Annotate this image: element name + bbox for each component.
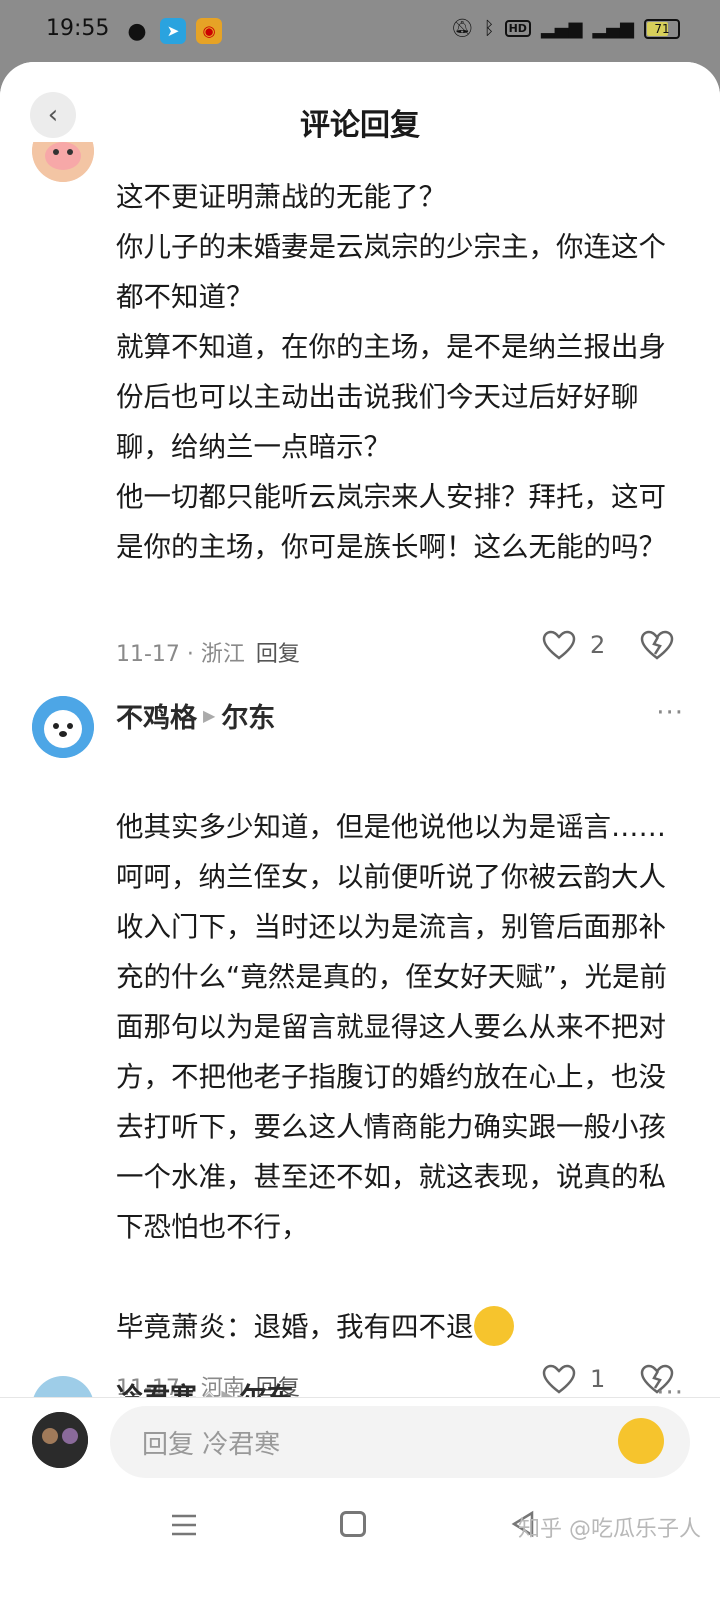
more-dots-icon[interactable]: ··· [656,698,684,728]
battery-level: 71 [654,21,670,36]
comment-item: 冷君寒 ◈ ▶ 尔东 ··· [0,1362,720,1438]
navigation-bar: 知乎 @吃瓜乐子人 [0,1487,720,1600]
status-bar: 19:55 ● ➤ ◉ 🔕︎ ᛒ HD ▂▄▆ ▂▄▆ 71 [0,0,720,62]
reply-link[interactable]: 回复 [256,642,300,667]
comment-text: 这不更证明萧战的无能了？ 你儿子的未婚妻是云岚宗的少宗主，你连这个都不知道？ 就… [116,172,686,572]
avatar[interactable] [32,696,94,758]
reply-arrow-icon: ▶ [203,706,216,725]
signal-2-icon: ▂▄▆ [592,18,634,39]
heart-outline-icon [542,630,576,660]
status-app-icons: ● ➤ ◉ [124,18,222,44]
menu-icon[interactable] [170,1513,198,1537]
comment-content-text: 他其实多少知道，但是他说他以为是谣言……呵呵，纳兰侄女，以前便听说了你被云韵大人… [116,811,667,1343]
like-count: 2 [590,631,606,659]
like-button[interactable]: 2 [542,630,605,660]
my-avatar[interactable] [32,1412,88,1468]
comment-content: 他其实多少知道，但是他说他以为是谣言……呵呵，纳兰侄女，以前便听说了你被云韵大人… [116,802,686,1352]
status-indicators: 🔕︎ ᛒ HD ▂▄▆ ▂▄▆ 71 [451,18,680,39]
signal-icon: ▂▄▆ [540,18,583,39]
comment-reply-sheet: ‹ 评论回复 这不更证明萧战的无能了？ 你儿子的未婚妻是云岚宗的少宗主，你连这个… [0,62,720,1600]
comment-item: 这不更证明萧战的无能了？ 你儿子的未婚妻是云岚宗的少宗主，你连这个都不知道？ 就… [0,62,720,702]
reply-input[interactable]: 回复 冷君寒 [110,1406,690,1478]
wechat-icon: ● [127,18,147,44]
mute-icon: 🔕︎ [450,18,474,39]
comment-author-line: 不鸡格 ▶ 尔东 [116,696,275,735]
reply-input-bar: 回复 冷君寒 [0,1397,720,1487]
weibo-icon: ◉ [196,18,222,44]
bluetooth-icon: ᛒ [483,18,495,39]
reply-to-author[interactable]: 尔东 [221,696,275,735]
battery-icon: 71 [644,18,680,39]
comment-content: 这不更证明萧战的无能了？ 你儿子的未婚妻是云岚宗的少宗主，你连这个都不知道？ 就… [116,181,666,563]
comment-date-location: 11-17 · 浙江 [116,642,245,667]
emoji-icon[interactable] [618,1418,664,1464]
comment-meta: 11-17 · 浙江 回复 [116,636,300,668]
watermark: 知乎 @吃瓜乐子人 [518,1517,701,1542]
page-title: 评论回复 [300,108,420,143]
sheet-header: ‹ 评论回复 [0,62,720,143]
comment-author[interactable]: 不鸡格 [116,696,197,735]
status-time: 19:55 [46,16,110,41]
laughing-emoji-icon [473,1306,514,1346]
hd-icon: HD [504,20,531,37]
telegram-icon: ➤ [160,18,186,44]
comment-item: 不鸡格 ▶ 尔东 ··· 他其实多少知道，但是他说他以为是谣言……呵呵，纳兰侄女… [0,682,720,1401]
comment-text: 他其实多少知道，但是他说他以为是谣言……呵呵，纳兰侄女，以前便听说了你被云韵大人… [116,802,686,1352]
home-icon[interactable] [340,1511,366,1537]
reply-input-placeholder: 回复 冷君寒 [142,1429,281,1460]
broken-heart-icon[interactable] [640,629,674,661]
